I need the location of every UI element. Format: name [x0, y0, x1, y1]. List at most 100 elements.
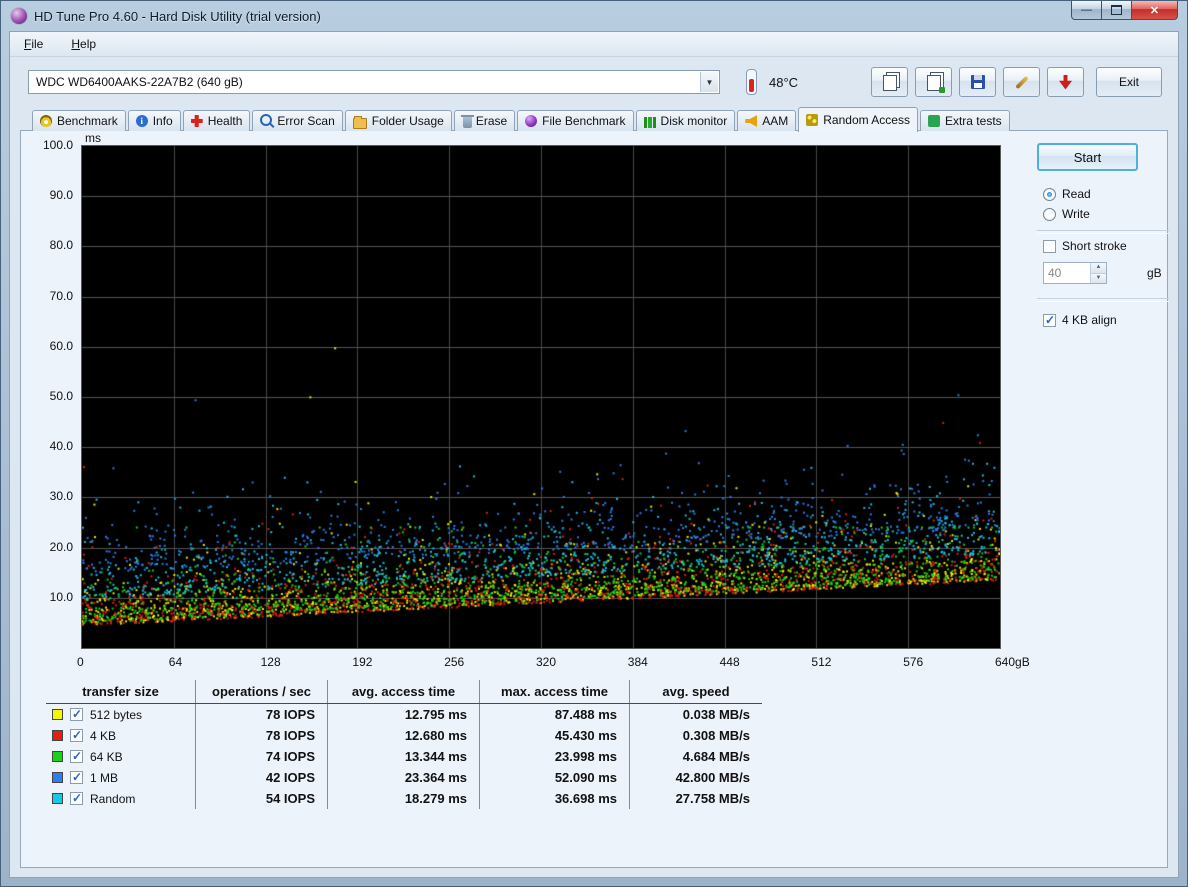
align-checkbox[interactable]	[1043, 314, 1056, 327]
series-checkbox[interactable]	[70, 771, 83, 784]
iops-cell: 74 IOPS	[196, 746, 328, 767]
iops-cell: 54 IOPS	[196, 788, 328, 809]
y-tick-label: 100.0	[21, 138, 73, 152]
drive-select-combobox[interactable]: WDC WD6400AAKS-22A7B2 (640 gB) ▼	[28, 70, 720, 94]
series-checkbox[interactable]	[70, 750, 83, 763]
minimize-button[interactable]: —	[1071, 1, 1102, 20]
tab-aam[interactable]: AAM	[737, 110, 796, 131]
gb-unit-label: gB	[1147, 266, 1162, 280]
x-tick-label: 256	[444, 655, 464, 669]
tab-random-access[interactable]: Random Access	[798, 107, 918, 132]
series-label: 512 bytes	[90, 708, 142, 722]
menu-item-file[interactable]: File	[20, 35, 47, 53]
window-title: HD Tune Pro 4.60 - Hard Disk Utility (tr…	[34, 9, 321, 24]
tab-file-benchmark[interactable]: File Benchmark	[517, 110, 633, 131]
series-label: Random	[90, 792, 135, 806]
short-stroke-row: Short stroke	[1043, 239, 1127, 253]
table-row: 1 MB42 IOPS23.364 ms52.090 ms42.800 MB/s	[46, 767, 762, 788]
random-access-page: ms 100.090.080.070.060.050.040.030.020.0…	[20, 130, 1168, 868]
iops-cell: 78 IOPS	[196, 725, 328, 746]
temperature-value: 48°C	[769, 75, 798, 90]
exit-label: Exit	[1119, 75, 1139, 89]
tab-error-scan[interactable]: Error Scan	[252, 110, 342, 131]
app-icon	[11, 8, 27, 24]
close-button[interactable]: ✕	[1131, 1, 1178, 20]
y-tick-label: 60.0	[21, 339, 73, 353]
avg-speed-cell: 42.800 MB/s	[630, 767, 762, 788]
avg-speed-cell: 4.684 MB/s	[630, 746, 762, 767]
write-radio[interactable]	[1043, 208, 1056, 221]
series-checkbox[interactable]	[70, 708, 83, 721]
chevron-down-icon[interactable]: ▼	[700, 72, 718, 92]
iops-cell: 42 IOPS	[196, 767, 328, 788]
save-icon	[971, 75, 985, 89]
x-tick-label: 192	[352, 655, 372, 669]
y-axis-unit-label: ms	[85, 131, 101, 145]
stepper-up-icon[interactable]: ▲	[1091, 263, 1106, 274]
tab-benchmark[interactable]: Benchmark	[32, 110, 126, 131]
tab-label: AAM	[762, 114, 788, 128]
series-label: 64 KB	[90, 750, 123, 764]
transfer-size-cell: 1 MB	[46, 767, 196, 788]
app-window: HD Tune Pro 4.60 - Hard Disk Utility (tr…	[0, 0, 1188, 887]
y-tick-label: 70.0	[21, 289, 73, 303]
column-header: avg. access time	[328, 680, 480, 703]
short-stroke-checkbox[interactable]	[1043, 240, 1056, 253]
download-button[interactable]	[1047, 67, 1084, 97]
tab-folder-usage[interactable]: Folder Usage	[345, 110, 452, 131]
avg-access-cell: 12.795 ms	[328, 704, 480, 725]
maximize-icon	[1111, 5, 1122, 15]
series-checkbox[interactable]	[70, 729, 83, 742]
iops-cell: 78 IOPS	[196, 704, 328, 725]
stepper-down-icon[interactable]: ▼	[1091, 274, 1106, 284]
x-tick-label: 320	[536, 655, 556, 669]
series-color-swatch	[52, 793, 63, 804]
copy-to-clipboard-button[interactable]	[871, 67, 908, 97]
tab-label: Info	[153, 114, 173, 128]
avg-speed-cell: 0.038 MB/s	[630, 704, 762, 725]
client-area: File Help WDC WD6400AAKS-22A7B2 (640 gB) …	[9, 31, 1179, 878]
copy-screenshot-button[interactable]	[915, 67, 952, 97]
separator	[1037, 230, 1169, 234]
title-bar[interactable]: HD Tune Pro 4.60 - Hard Disk Utility (tr…	[1, 1, 1187, 31]
table-row: 64 KB74 IOPS13.344 ms23.998 ms4.684 MB/s	[46, 746, 762, 767]
tab-strip: Benchmark iInfo Health Error Scan Folder Usa…	[10, 107, 1178, 131]
tab-info[interactable]: iInfo	[128, 110, 181, 131]
tab-label: Health	[208, 114, 243, 128]
series-label: 4 KB	[90, 729, 116, 743]
tab-extra-tests[interactable]: Extra tests	[920, 110, 1010, 131]
tab-label: Benchmark	[57, 114, 118, 128]
y-tick-label: 20.0	[21, 540, 73, 554]
read-radio[interactable]	[1043, 188, 1056, 201]
x-tick-label: 448	[720, 655, 740, 669]
start-button[interactable]: Start	[1037, 143, 1138, 171]
table-header-row: transfer sizeoperations / secavg. access…	[46, 680, 762, 704]
exit-button[interactable]: Exit	[1096, 67, 1162, 97]
series-checkbox[interactable]	[70, 792, 83, 805]
table-row: 4 KB78 IOPS12.680 ms45.430 ms0.308 MB/s	[46, 725, 762, 746]
y-tick-label: 80.0	[21, 238, 73, 252]
tab-disk-monitor[interactable]: Disk monitor	[636, 110, 736, 131]
read-label: Read	[1062, 187, 1091, 201]
avg-speed-cell: 27.758 MB/s	[630, 788, 762, 809]
series-label: 1 MB	[90, 771, 118, 785]
save-screenshot-button[interactable]	[959, 67, 996, 97]
copy-plus-icon	[927, 75, 941, 91]
tab-health[interactable]: Health	[183, 110, 251, 131]
menu-item-help[interactable]: Help	[67, 35, 100, 53]
tab-label: Error Scan	[277, 114, 334, 128]
tool-icon	[1015, 75, 1028, 88]
tab-erase[interactable]: Erase	[454, 110, 515, 131]
window-controls: — ✕	[1071, 1, 1178, 20]
x-tick-label: 576	[903, 655, 923, 669]
maximize-button[interactable]	[1102, 1, 1131, 20]
short-stroke-size-input[interactable]	[1044, 263, 1090, 283]
table-row: 512 bytes78 IOPS12.795 ms87.488 ms0.038 …	[46, 704, 762, 725]
aam-icon	[745, 115, 757, 127]
tab-label: File Benchmark	[542, 114, 625, 128]
transfer-size-cell: 4 KB	[46, 725, 196, 746]
options-button[interactable]	[1003, 67, 1040, 97]
series-color-swatch	[52, 751, 63, 762]
y-tick-label: 10.0	[21, 590, 73, 604]
max-access-cell: 23.998 ms	[480, 746, 630, 767]
